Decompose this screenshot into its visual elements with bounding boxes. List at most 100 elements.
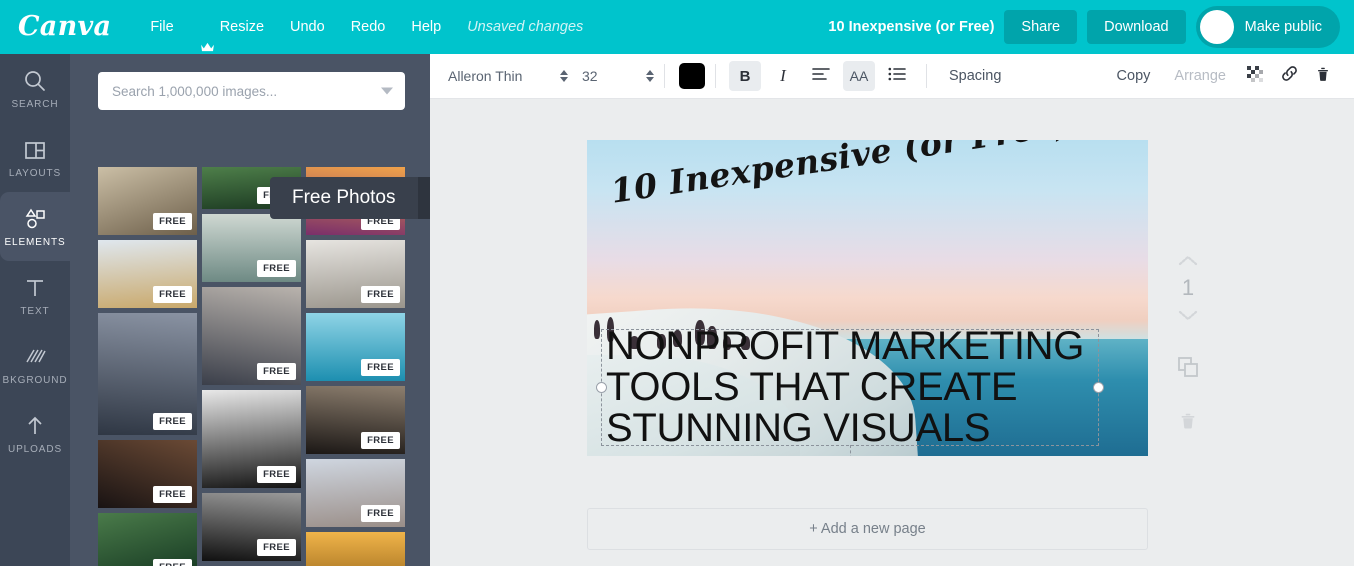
font-family-value: Alleron Thin	[448, 68, 522, 84]
photo-thumbnail[interactable]: FREE	[306, 313, 405, 381]
delete-page-button[interactable]	[1178, 411, 1198, 436]
photo-thumbnail[interactable]: FREE	[98, 167, 197, 235]
free-badge: FREE	[361, 359, 400, 376]
photo-thumbnail[interactable]: FREE	[306, 240, 405, 308]
photo-thumbnail[interactable]: FREE	[306, 459, 405, 527]
font-size-stepper-icon[interactable]	[638, 70, 654, 82]
figure	[594, 320, 601, 339]
menu-item-undo[interactable]: Undo	[277, 0, 338, 54]
letter-case-button[interactable]: AA	[843, 61, 875, 91]
align-button[interactable]	[805, 61, 837, 91]
crown-icon	[200, 22, 215, 33]
photo-thumbnail[interactable]: FREE	[98, 313, 197, 435]
toggle-knob	[1200, 10, 1234, 44]
menu-item-file[interactable]: File	[137, 0, 186, 54]
free-badge: FREE	[153, 559, 192, 566]
photo-thumbnail[interactable]: FREE	[98, 513, 197, 566]
canvas-stage: 10 Inexpensive (or Free) NONPROFIT MARKE…	[430, 99, 1354, 566]
sidebar-item-elements-label: ELEMENTS	[4, 237, 65, 248]
photo-thumbnail[interactable]: FREE	[98, 440, 197, 508]
sidebar-item-bkground-label: BKGROUND	[3, 375, 68, 386]
transparency-button[interactable]	[1238, 61, 1272, 91]
photo-thumbnail[interactable]: FREE	[98, 240, 197, 308]
menu-item-redo[interactable]: Redo	[338, 0, 399, 54]
font-size-selector[interactable]: 32	[582, 68, 654, 84]
document-title[interactable]: 10 Inexpensive (or Free)	[828, 19, 994, 35]
free-badge: FREE	[257, 539, 296, 556]
photo-thumbnail[interactable]: FREE	[306, 532, 405, 566]
menu-item-resize-label: Resize	[220, 0, 264, 54]
font-family-stepper-icon[interactable]	[552, 70, 568, 82]
resize-handle-right[interactable]	[1093, 382, 1104, 393]
spacing-button[interactable]: Spacing	[937, 68, 1013, 84]
trash-icon	[1314, 65, 1332, 88]
upload-icon	[22, 413, 48, 439]
selected-text-element[interactable]: NONPROFIT MARKETING TOOLS THAT CREATE ST…	[601, 329, 1099, 446]
link-button[interactable]	[1272, 61, 1306, 91]
menu-item-help[interactable]: Help	[398, 0, 454, 54]
free-badge: FREE	[361, 432, 400, 449]
text-line: STUNNING VISUALS	[606, 408, 1148, 449]
sidebar-item-layouts[interactable]: LAYOUTS	[0, 123, 70, 192]
add-new-page-button[interactable]: + Add a new page	[587, 508, 1148, 550]
bullet-list-icon	[888, 67, 906, 86]
font-family-selector[interactable]: Alleron Thin	[448, 68, 568, 84]
search-input[interactable]	[98, 72, 405, 110]
elements-panel: FREEFREEFREEFREEFREEFREEFREEFREEFREEFREE…	[70, 54, 430, 566]
sidebar-item-bkground[interactable]: BKGROUND	[0, 330, 70, 399]
close-icon[interactable]: ✕	[418, 177, 431, 219]
left-sidebar: SEARCH LAYOUTS ELEMENTS TEXT	[0, 54, 70, 566]
text-line: NONPROFIT MARKETING	[606, 326, 1148, 367]
free-photos-toast: Free Photos ✕	[270, 177, 430, 219]
photo-thumbnail[interactable]: FREE	[306, 386, 405, 454]
unsaved-changes-status: Unsaved changes	[454, 19, 596, 35]
design-page[interactable]: 10 Inexpensive (or Free) NONPROFIT MARKE…	[587, 140, 1148, 456]
canva-logo[interactable]: Canva	[18, 13, 111, 40]
photo-thumbnail[interactable]: FREE	[202, 493, 301, 561]
free-badge: FREE	[153, 286, 192, 303]
photo-column: FREEFREEFREEFREEFREEFREEFREE	[98, 167, 197, 566]
free-badge: FREE	[361, 286, 400, 303]
link-icon	[1280, 64, 1299, 88]
layouts-icon	[22, 137, 48, 163]
duplicate-page-button[interactable]	[1176, 355, 1200, 384]
font-size-value: 32	[582, 68, 598, 84]
resize-handle-left[interactable]	[596, 382, 607, 393]
photo-thumbnail[interactable]: FREE	[202, 287, 301, 385]
sidebar-item-search[interactable]: SEARCH	[0, 54, 70, 123]
rotation-stem	[850, 445, 851, 456]
delete-button[interactable]	[1306, 61, 1340, 91]
share-button[interactable]: Share	[1004, 10, 1077, 44]
photo-column: FREEFREEFREEFREEFREEFREEFREE	[306, 167, 405, 566]
divider	[715, 64, 716, 88]
free-photos-label: Free Photos	[270, 177, 418, 219]
sidebar-item-uploads[interactable]: UPLOADS	[0, 399, 70, 468]
photo-thumbnail[interactable]: FREE	[202, 214, 301, 282]
toolbar-right-actions: Copy Arrange	[1105, 61, 1354, 91]
download-button[interactable]: Download	[1087, 10, 1186, 44]
copy-button[interactable]: Copy	[1105, 68, 1163, 84]
italic-icon: I	[780, 66, 786, 86]
divider	[664, 64, 665, 88]
divider	[926, 64, 927, 88]
bullet-list-button[interactable]	[881, 61, 913, 91]
trash-icon	[1178, 411, 1198, 436]
italic-button[interactable]: I	[767, 61, 799, 91]
page-controls: 1	[1165, 254, 1211, 436]
free-badge: FREE	[153, 486, 192, 503]
chevron-down-icon[interactable]	[1178, 310, 1198, 322]
bold-icon: B	[740, 68, 751, 85]
chevron-down-icon[interactable]	[381, 88, 393, 95]
search-area	[70, 54, 430, 110]
header-actions: 10 Inexpensive (or Free) Share Download …	[828, 6, 1354, 48]
sidebar-item-elements[interactable]: ELEMENTS	[0, 192, 70, 261]
page-number: 1	[1182, 277, 1194, 299]
photo-thumbnail[interactable]: FREE	[202, 390, 301, 488]
menu-item-resize[interactable]: Resize	[187, 0, 277, 54]
make-public-toggle[interactable]: Make public	[1196, 6, 1340, 48]
text-color-swatch[interactable]	[679, 63, 705, 89]
chevron-up-icon[interactable]	[1178, 254, 1198, 266]
photo-grid[interactable]: FREEFREEFREEFREEFREEFREEFREEFREEFREEFREE…	[70, 167, 430, 566]
bold-button[interactable]: B	[729, 61, 761, 91]
sidebar-item-text[interactable]: TEXT	[0, 261, 70, 330]
